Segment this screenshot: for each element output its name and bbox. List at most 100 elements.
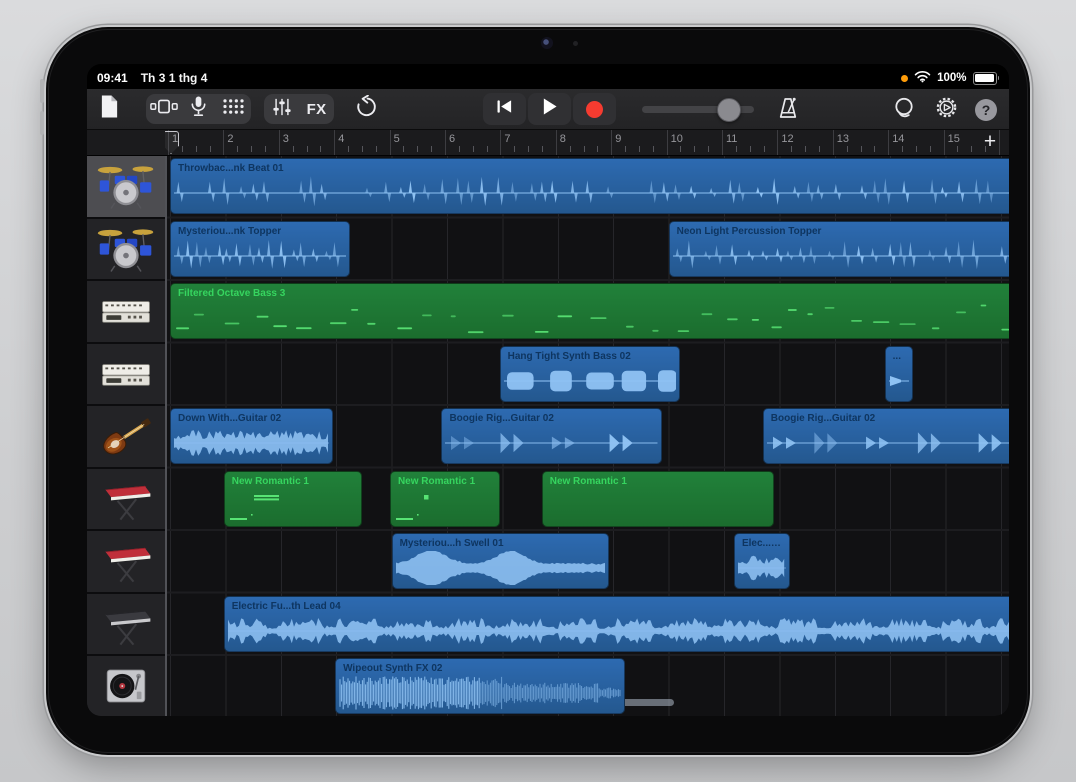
track-header-turntable[interactable] (87, 656, 165, 716)
beat-tick (971, 146, 972, 152)
audio-region[interactable]: Boogie Rig...Guitar 02 (763, 408, 1009, 464)
midi-region[interactable]: Filtered Octave Bass 3 (170, 283, 1009, 339)
track-header-synth-module[interactable] (87, 344, 165, 407)
audio-region[interactable]: Down With...Guitar 02 (170, 408, 333, 464)
midi-region[interactable]: New Romantic 1 (542, 471, 774, 527)
beat-tick (819, 146, 820, 152)
beat-tick (750, 146, 751, 152)
ipad-frame: 09:41 Th 3 1 thg 4 100% (46, 27, 1030, 755)
midi-region[interactable]: New Romantic 1 (224, 471, 363, 527)
audio-region[interactable]: Mysteriou...nk Topper (170, 221, 350, 277)
track-header-keyboard-red[interactable] (87, 469, 165, 532)
synth-module-icon (96, 349, 156, 399)
track-header-drum-kit[interactable] (87, 219, 165, 282)
measure-line (223, 130, 224, 155)
beat-tick (182, 146, 183, 152)
skip-to-beginning-button[interactable] (483, 93, 526, 125)
waveform-graphic (174, 300, 1009, 336)
turntable-icon (96, 661, 156, 711)
beat-tick (597, 146, 598, 152)
midi-region[interactable]: New Romantic 1 (390, 471, 500, 527)
volume-slider-knob[interactable] (717, 98, 741, 122)
beat-tick (210, 146, 211, 152)
region-name: Down With...Guitar 02 (171, 409, 332, 424)
wifi-icon (914, 70, 931, 86)
measure-line (334, 130, 335, 155)
track-header-keyboard-red[interactable] (87, 531, 165, 594)
loop-browser-button[interactable] (891, 97, 917, 123)
electric-guitar-icon (96, 411, 156, 461)
beat-tick (307, 146, 308, 152)
microphone-icon (189, 95, 208, 123)
beat-tick (764, 146, 765, 152)
help-button[interactable]: ? (975, 99, 997, 121)
audio-region[interactable]: ... (885, 346, 914, 402)
measure-line (833, 130, 834, 155)
region-name: New Romantic 1 (391, 472, 499, 487)
audio-region[interactable]: Wipeout Synth FX 02 (335, 658, 625, 714)
song-browser-button[interactable] (99, 94, 120, 124)
beat-tick (639, 146, 640, 152)
track-header-drum-kit[interactable] (87, 156, 165, 219)
track-header-electric-guitar[interactable] (87, 406, 165, 469)
battery-percent: 100% (937, 72, 966, 84)
battery-icon (973, 72, 1000, 85)
play-button[interactable] (528, 93, 571, 125)
waveform-graphic (174, 238, 346, 274)
toolbar-right-group: ? (891, 97, 997, 123)
measure-number: 6 (449, 133, 455, 145)
audio-region[interactable]: Mysteriou...h Swell 01 (392, 533, 609, 589)
fx-button[interactable]: FX (299, 94, 334, 124)
beat-tick (930, 146, 931, 152)
audio-region[interactable]: Neon Light Percussion Topper (669, 221, 1009, 277)
beat-tick (805, 146, 806, 152)
undo-button[interactable] (351, 94, 381, 124)
measure-number: 4 (338, 133, 344, 145)
measure-number: 8 (560, 133, 566, 145)
note-grid-button[interactable] (216, 94, 251, 124)
track-controls-button[interactable] (264, 94, 299, 124)
audio-region[interactable]: Electric Fu...th Lead 04 (224, 596, 1009, 652)
note-grid-icon (222, 98, 245, 120)
beat-tick (348, 146, 349, 152)
audio-region[interactable]: Boogie Rig...Guitar 02 (441, 408, 661, 464)
audio-region[interactable]: Elec...d 01 (734, 533, 790, 589)
waveform-graphic (767, 425, 1009, 461)
region-name: New Romantic 1 (225, 472, 362, 487)
metronome-button[interactable] (775, 97, 801, 123)
tracks-area: Throwbac...nk Beat 01 Mysteriou...nk Topp… (87, 156, 1009, 716)
audio-region[interactable]: Throwbac...nk Beat 01 (170, 158, 1009, 214)
view-mode-button[interactable] (146, 94, 181, 124)
beat-tick (736, 146, 737, 152)
record-button[interactable] (573, 93, 616, 125)
waveform-graphic (174, 175, 1009, 211)
ipad-device: 09:41 Th 3 1 thg 4 100% (0, 0, 1076, 782)
measure-number: 15 (948, 133, 960, 145)
beat-tick (459, 146, 460, 152)
timeline-ruler[interactable]: 123456789101112131415 + (87, 130, 1009, 156)
measure-line (556, 130, 557, 155)
beat-tick (625, 146, 626, 152)
settings-button[interactable] (933, 97, 959, 123)
measure-number: 3 (283, 133, 289, 145)
beat-tick (874, 146, 875, 152)
track-header-keyboard-dark[interactable] (87, 594, 165, 657)
timeline-grid[interactable]: Throwbac...nk Beat 01 Mysteriou...nk Topp… (167, 156, 1009, 716)
waveform-graphic (445, 425, 657, 461)
measure-line (944, 130, 945, 155)
region-name: Mysteriou...nk Topper (171, 222, 349, 237)
metronome-icon (776, 96, 800, 125)
measure-number: 7 (504, 133, 510, 145)
beat-tick (542, 146, 543, 152)
waveform-graphic (738, 550, 786, 586)
measure-line (500, 130, 501, 155)
audio-region[interactable]: Hang Tight Synth Bass 02 (500, 346, 680, 402)
record-input-button[interactable] (181, 94, 216, 124)
region-name: New Romantic 1 (543, 472, 773, 487)
waveform-graphic (546, 488, 770, 524)
volume-slider[interactable] (642, 106, 754, 113)
track-header-synth-module[interactable] (87, 281, 165, 344)
measure-number: 13 (837, 133, 849, 145)
region-name: Hang Tight Synth Bass 02 (501, 347, 679, 362)
add-measures-button[interactable]: + (978, 130, 1002, 154)
